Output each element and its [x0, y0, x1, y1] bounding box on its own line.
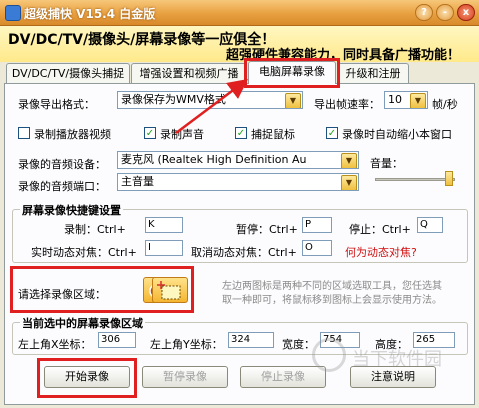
watermark-text: 当下软件园	[352, 349, 442, 370]
watermark-logo-icon	[312, 338, 346, 372]
